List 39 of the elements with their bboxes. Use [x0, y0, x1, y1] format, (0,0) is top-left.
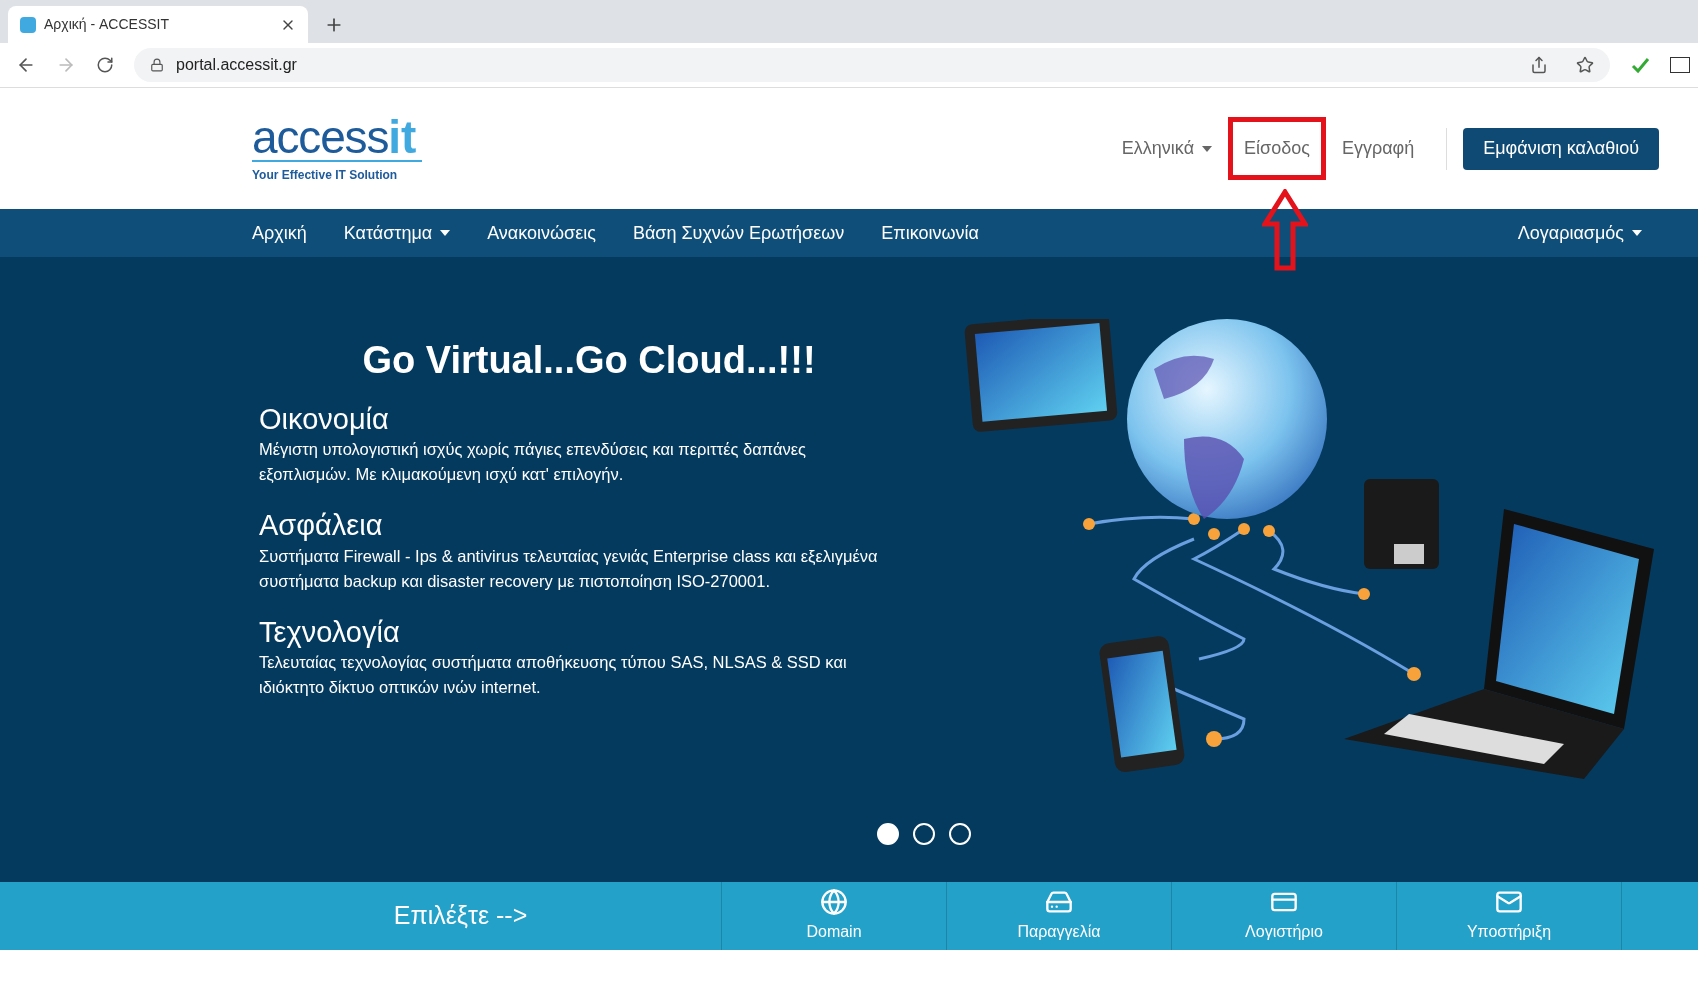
header-link[interactable]: Εγγραφή	[1325, 117, 1431, 180]
reload-icon[interactable]	[96, 56, 114, 74]
nav-link[interactable]: Βάση Συχνών Ερωτήσεων	[632, 219, 845, 247]
caret-icon	[440, 230, 451, 236]
section-text: Συστήματα Firewall - Ips & antivirus τελευταίας γενιάς Enterprise class και εξελιγμένα συστήματα backup και disaster recovery με πιστοποίηση ISO-270001.	[259, 545, 879, 592]
address-bar[interactable]: portal.accessit.gr	[134, 48, 1610, 82]
section-heading: Οικονομία	[259, 402, 390, 437]
nav-link[interactable]: Κατάστημα	[343, 219, 451, 247]
logo-wordmark: access	[252, 113, 389, 160]
logo-mark: it	[388, 113, 417, 160]
url-text: portal.accessit.gr	[176, 55, 298, 75]
accessit-logo[interactable]: accessit Your Effective IT Solution	[252, 113, 452, 184]
section-text: Τελευταίας τεχνολογίας συστήματα αποθήκευσης τύπου SAS, NLSAS & SSD και ιδιόκτητο δίκτυο οπτικών ινών internet.	[259, 651, 848, 698]
nav-link[interactable]: Επικοινωνία	[881, 219, 979, 247]
browser-tab[interactable]: Αρχική - ACCESSIT	[8, 6, 308, 43]
cart-button[interactable]: Εμφάνιση καλαθιού	[1463, 127, 1659, 170]
choose-prompt: Επιλέξτε -->	[393, 900, 528, 932]
header-link[interactable]: Είσοδος	[1228, 117, 1326, 180]
spellcheck-extension-icon[interactable]	[1630, 56, 1650, 74]
caret-icon	[1632, 230, 1642, 236]
tab-title: Αρχική - ACCESSIT	[44, 15, 170, 34]
globe-icon	[820, 888, 848, 916]
nav-link[interactable]: Αρχική	[252, 219, 307, 247]
slide-indicator[interactable]	[949, 823, 971, 845]
language-dropdown[interactable]: Ελληνικά	[1121, 135, 1213, 162]
logo-tagline: Your Effective IT Solution	[252, 159, 422, 184]
share-icon[interactable]	[1530, 56, 1548, 74]
section-heading: Ασφάλεια	[259, 508, 384, 544]
bookmark-star-icon[interactable]	[1576, 56, 1594, 74]
slide-indicator[interactable]	[877, 823, 899, 845]
lock-icon	[150, 58, 164, 72]
slide-indicator[interactable]	[913, 823, 935, 845]
nav-link[interactable]: Ανακοινώσεις	[487, 219, 596, 247]
section-heading: Τεχνολογία	[259, 614, 401, 650]
section-text: Μέγιστη υπολογιστική ισχύς χωρίς πάγιες επενδύσεις και περιττές δαπάνες εξοπλισμών. Με κλιμακούμενη ισχύ κατ' επιλογήν.	[259, 439, 808, 486]
account-menu[interactable]: Λογαριασμός	[1517, 219, 1642, 247]
favicon-icon	[20, 16, 36, 33]
hero-title: Go Virtual...Go Cloud...!!!	[361, 338, 817, 383]
caret-icon	[1202, 145, 1213, 152]
